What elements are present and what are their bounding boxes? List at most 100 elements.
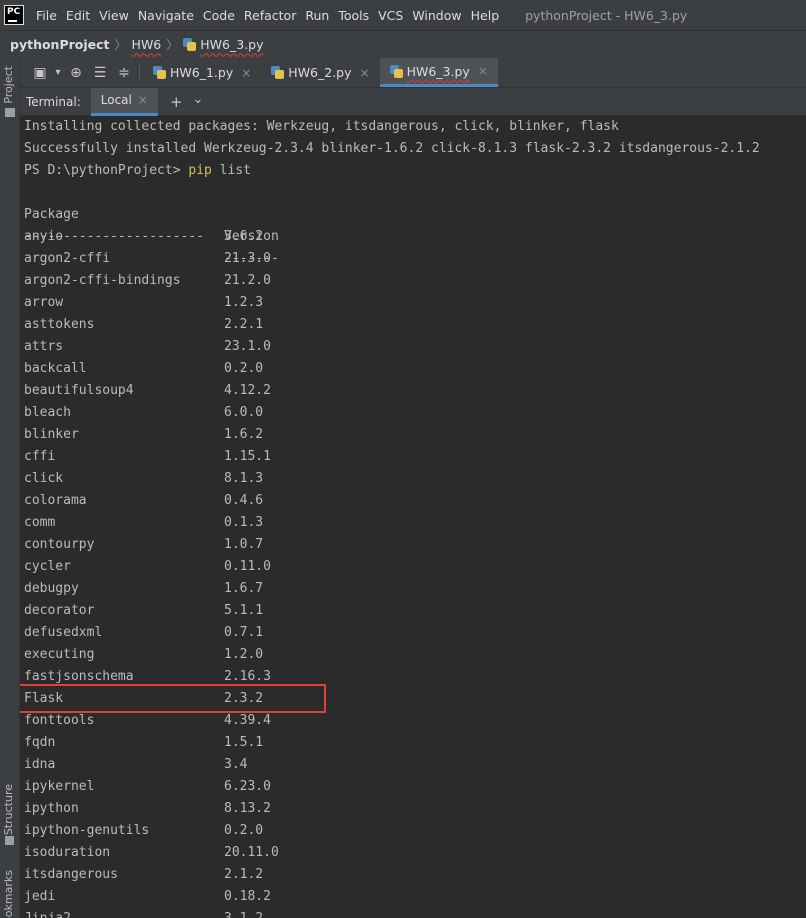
terminal-output[interactable]: Installing collected packages: Werkzeug,…	[20, 116, 806, 918]
table-row: idna 3.4	[24, 754, 424, 776]
tab-label: HW6_2.py	[288, 65, 352, 80]
package-name: cycler	[24, 559, 71, 574]
breadcrumb: pythonProject 〉 HW6 〉 HW6_3.py	[0, 30, 806, 58]
package-version: 3.1.2	[224, 908, 263, 918]
close-icon[interactable]: ×	[478, 64, 488, 78]
package-version: 1.6.2	[224, 427, 264, 442]
chevron-down-icon[interactable]: ⌄	[193, 93, 204, 106]
close-icon[interactable]: ×	[241, 66, 251, 80]
tab-hw6-1[interactable]: HW6_1.py ×	[143, 58, 261, 87]
breadcrumb-separator-icon: 〉	[114, 38, 127, 52]
terminal-scrollbar[interactable]	[798, 116, 806, 918]
terminal-line: Successfully installed Werkzeug-2.3.4 bl…	[24, 141, 760, 156]
bookmarks-tool-window-button[interactable]: Bookmarks	[2, 870, 15, 918]
window-title: pythonProject - HW6_3.py	[525, 7, 688, 23]
table-row: fqdn 1.5.1	[24, 732, 424, 754]
expand-all-icon[interactable]: ☰	[88, 58, 112, 87]
tab-hw6-2[interactable]: HW6_2.py ×	[261, 58, 379, 87]
table-row: ipython 8.13.2	[24, 798, 424, 820]
package-name: Flask	[24, 691, 64, 706]
table-row: isoduration 20.11.0	[24, 842, 424, 864]
table-row: argon2-cffi-bindings 21.2.0	[24, 270, 424, 292]
table-row: Jinja2 3.1.2	[24, 908, 424, 918]
package-name: contourpy	[24, 537, 95, 552]
pycharm-logo-icon[interactable]: PC	[4, 5, 24, 25]
add-terminal-icon[interactable]: +	[170, 93, 183, 111]
package-version: 1.5.1	[224, 735, 264, 750]
breadcrumb-folder[interactable]: HW6	[132, 37, 162, 52]
package-version: 5.1.1	[224, 603, 264, 618]
python-file-icon	[271, 66, 285, 79]
table-row: argon2-cffi 21.3.0	[24, 248, 424, 270]
package-name: beautifulsoup4	[24, 383, 134, 398]
folder-icon	[5, 108, 15, 117]
table-row: backcall 0.2.0	[24, 358, 424, 380]
menu-view[interactable]: View	[99, 8, 129, 23]
package-version: 4.12.2	[224, 383, 271, 398]
table-row: debugpy 1.6.7	[24, 578, 424, 600]
table-row: click 8.1.3	[24, 468, 424, 490]
package-version: 3.4	[224, 757, 248, 772]
table-row: defusedxml 0.7.1	[24, 622, 424, 644]
table-row: contourpy 1.0.7	[24, 534, 424, 556]
tab-hw6-3[interactable]: HW6_3.py ×	[379, 58, 498, 87]
breadcrumb-file[interactable]: HW6_3.py	[200, 37, 263, 52]
terminal-tab-local[interactable]: Local ×	[90, 87, 158, 116]
table-row: asttokens 2.2.1	[24, 314, 424, 336]
prompt: PS D:\pythonProject>	[24, 163, 189, 178]
close-icon[interactable]: ×	[138, 93, 148, 107]
toolbar-divider	[139, 64, 140, 81]
package-name: asttokens	[24, 317, 95, 332]
menu-edit[interactable]: Edit	[66, 8, 90, 23]
package-version: 1.2.0	[224, 647, 264, 662]
project-tool-window-button[interactable]: Project	[2, 66, 15, 104]
menu-run[interactable]: Run	[305, 8, 329, 23]
package-name: fqdn	[24, 735, 56, 750]
package-version: 1.0.7	[224, 537, 264, 552]
package-name: arrow	[24, 295, 64, 310]
menu-code[interactable]: Code	[203, 8, 235, 23]
left-tool-stripe: Project Structure Bookmarks	[0, 58, 20, 918]
close-icon[interactable]: ×	[360, 66, 370, 80]
table-row: jedi 0.18.2	[24, 886, 424, 908]
package-version: 0.11.0	[224, 559, 271, 574]
menu-vcs[interactable]: VCS	[378, 8, 403, 23]
breadcrumb-project[interactable]: pythonProject	[10, 37, 110, 52]
package-name: idna	[24, 757, 56, 772]
table-row: beautifulsoup4 4.12.2	[24, 380, 424, 402]
package-name: fonttools	[24, 713, 95, 728]
table-row: Flask 2.3.2	[24, 688, 424, 710]
package-name: click	[24, 471, 64, 486]
package-name: itsdangerous	[24, 867, 118, 882]
menu-help[interactable]: Help	[471, 8, 500, 23]
package-name: ipython	[24, 801, 79, 816]
package-name: comm	[24, 515, 56, 530]
menu-refactor[interactable]: Refactor	[244, 8, 296, 23]
locate-icon[interactable]: ⊕	[64, 58, 88, 87]
menu-bar: PC File Edit View Navigate Code Refactor…	[0, 0, 806, 30]
dropdown-arrow-icon[interactable]: ▾	[52, 58, 64, 87]
table-row: arrow 1.2.3	[24, 292, 424, 314]
table-row: decorator 5.1.1	[24, 600, 424, 622]
package-version: 0.18.2	[224, 889, 271, 904]
table-row: attrs 23.1.0	[24, 336, 424, 358]
menu-tools[interactable]: Tools	[338, 8, 369, 23]
package-version: 1.6.7	[224, 581, 264, 596]
package-name: ipython-genutils	[24, 823, 150, 838]
table-row: anyio 3.6.2	[24, 226, 424, 248]
menu-window[interactable]: Window	[412, 8, 461, 23]
command-args: list	[211, 163, 251, 178]
package-version: 6.0.0	[224, 405, 264, 420]
package-name: blinker	[24, 427, 79, 442]
structure-tool-window-button[interactable]: Structure	[2, 784, 15, 835]
table-header: Package Version	[24, 182, 424, 244]
project-view-icon[interactable]: ▣	[28, 58, 52, 87]
table-row: colorama 0.4.6	[24, 490, 424, 512]
package-version: 1.2.3	[224, 295, 264, 310]
package-name: attrs	[24, 339, 64, 354]
collapse-all-icon[interactable]: ≑	[112, 58, 136, 87]
menu-file[interactable]: File	[36, 8, 57, 23]
menu-navigate[interactable]: Navigate	[138, 8, 194, 23]
command-pip: pip	[188, 163, 212, 178]
package-version: 20.11.0	[224, 845, 279, 860]
